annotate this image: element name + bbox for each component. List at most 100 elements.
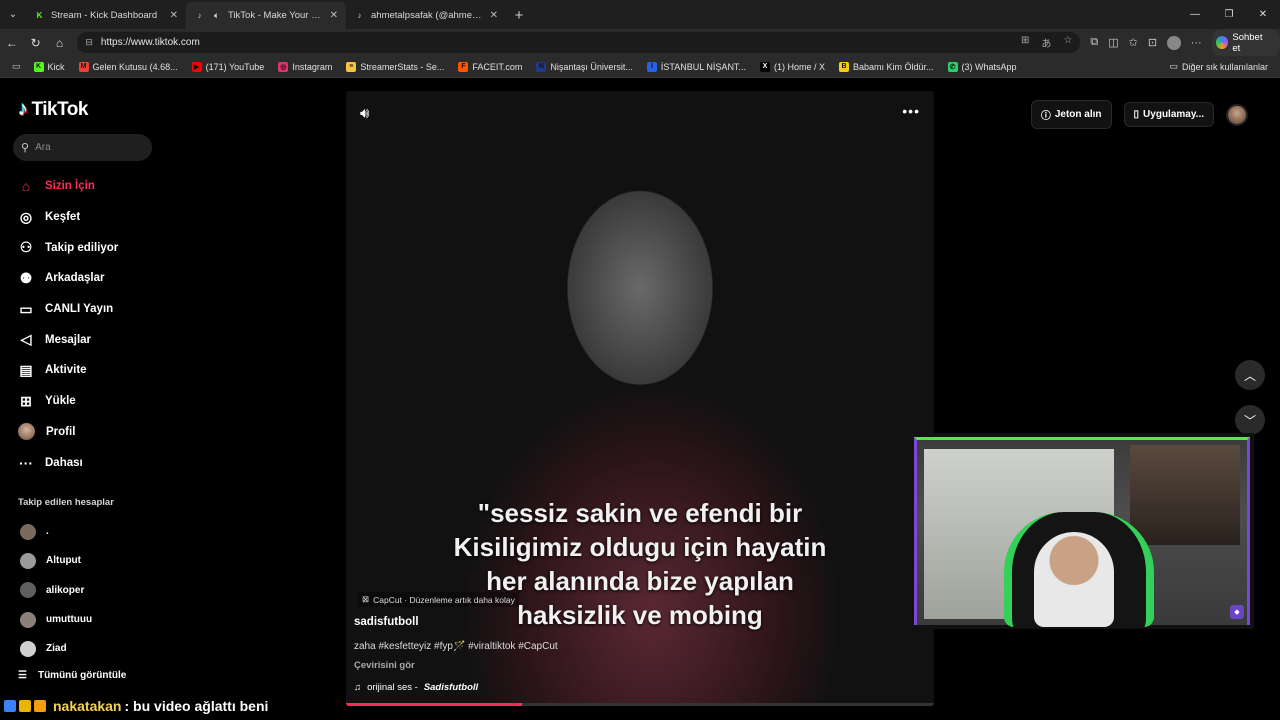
split-screen-icon[interactable]: ◫ [1108,36,1118,49]
tab-tiktok[interactable]: ♪ 🔈︎ TikTok - Make Your Day ✕ [186,2,346,29]
bookmark-item[interactable]: N Nişantaşı Üniversit... [529,61,640,72]
more-options-icon[interactable]: ••• [902,103,920,119]
capcut-banner[interactable]: ⊠ CapCut · Düzenleme artık daha kolay [358,592,519,607]
close-window-icon[interactable]: ✕ [1246,0,1280,29]
favorites-icon[interactable]: ✩ [1129,36,1138,49]
toolbar-right: ⧉ ◫ ✩ ⊡ ··· Sohbet et [1090,28,1280,57]
video-author[interactable]: sadisfutboll [354,616,419,628]
refresh-icon[interactable]: ↻ [24,29,48,56]
bookmark-item[interactable]: ✆ (3) WhatsApp [941,61,1024,72]
tiktok-icon: ♪ [197,11,202,20]
bookmark-item[interactable]: X (1) Home / X [753,61,832,72]
brand-badge-icon: ◆ [1230,605,1244,619]
tab-label: TikTok - Make Your Day [228,10,324,21]
nav-item[interactable]: Profil [18,417,118,448]
new-tab-button[interactable]: + [506,2,532,29]
settings-more-icon[interactable]: ··· [1191,37,1202,49]
app-label: Uygulamay... [1143,109,1204,120]
video-subtitle: "sessiz sakin ve efendi bir Kisiligimiz o… [346,496,934,632]
tab-actions-chevron-icon[interactable]: ⌄ [0,0,26,29]
get-app-button[interactable]: ▯ Uygulamay... [1123,102,1214,127]
translate-icon[interactable]: あ [1041,35,1051,50]
tab-kick-dashboard[interactable]: K Stream - Kick Dashboard ✕ [26,2,186,29]
bookmark-item[interactable]: ◎ Instagram [271,61,339,72]
home-icon[interactable]: ⌂ [48,29,72,56]
nav-item[interactable]: ▤ Aktivite [18,355,118,386]
address-field[interactable]: ⊟ https://www.tiktok.com ⊞ あ ☆ [77,32,1081,53]
chat-username: nakatakan [53,698,122,714]
bookmark-item[interactable]: K Kick [27,61,72,72]
extensions-icon[interactable]: ⧉ [1090,36,1098,49]
bookmark-favicon-icon: ✆ [947,61,958,72]
nav-label: Aktivite [45,364,87,377]
following-item[interactable]: Altuput [20,546,92,575]
nav-label: Yükle [45,395,76,408]
music-info[interactable]: ♫ orijinal ses - Sadisfutboll [354,682,478,693]
bookmark-label: Babamı Kim Öldür... [852,61,934,72]
webcam-frame [914,437,1250,625]
badge-icon [4,700,16,712]
nav-item[interactable]: ⊞ Yükle [18,386,118,417]
app-available-icon[interactable]: ⊞ [1021,35,1029,50]
get-coins-button[interactable]: ⓘ Jeton alın [1030,100,1112,129]
following-avatar [20,611,36,628]
bookmark-label: İSTANBUL NİŞANT... [660,61,746,72]
nav-item[interactable]: ◁ Mesajlar [18,324,118,355]
copilot-button[interactable]: Sohbet et [1211,28,1280,57]
reading-view-icon[interactable]: ▭ [6,61,27,72]
following-item[interactable]: Ziad [20,634,92,663]
bookmark-item[interactable]: M Gelen Kutusu (4.68... [72,61,185,72]
site-info-icon[interactable]: ⊟ [85,37,93,48]
volume-icon[interactable]: 🔊︎ [360,105,369,122]
close-icon[interactable]: ✕ [170,10,178,21]
close-icon[interactable]: ✕ [330,10,338,21]
restore-icon[interactable]: ❐ [1212,0,1246,29]
collections-icon[interactable]: ⊡ [1148,36,1157,49]
nav-item[interactable]: ⚉ Arkadaşlar [18,263,118,294]
nav-icon: ⚇ [19,239,33,256]
bookmark-item[interactable]: F FACEIT.com [451,61,529,72]
bookmark-item[interactable]: İ İSTANBUL NİŞANT... [640,61,753,72]
top-actions: ⓘ Jeton alın ▯ Uygulamay... [1030,100,1248,129]
video-player[interactable]: 🔊︎ ••• "sessiz sakin ve efendi bir Kisili… [346,91,934,706]
user-avatar[interactable] [1226,103,1248,126]
search-input[interactable] [35,142,136,153]
search-icon: ⚲ [21,142,30,154]
copilot-icon [1215,36,1229,49]
close-icon[interactable]: ✕ [490,10,498,21]
subtitle-line: Kisiligimiz oldugu için hayatin [453,532,827,562]
following-name: Altuput [46,555,81,567]
favorite-star-icon[interactable]: ☆ [1063,35,1072,50]
nav-item[interactable]: ▭ CANLI Yayın [18,294,118,325]
profile-avatar[interactable] [1167,35,1181,50]
chat-text: : bu video ağlattı beni [124,698,269,714]
bookmark-item[interactable]: ≡ StreamerStats - Se... [339,61,451,72]
bookmark-item[interactable]: ▶ (171) YouTube [185,61,272,72]
other-favorites-label: Diğer sık kullanılanlar [1181,61,1268,72]
bookmark-label: Gelen Kutusu (4.68... [92,61,178,72]
speaker-icon[interactable]: 🔈︎ [211,10,222,21]
minimize-icon[interactable]: — [1178,0,1212,29]
following-item[interactable]: . [20,517,92,546]
other-favorites[interactable]: ▭ Diğer sık kullanılanlar [1169,61,1280,72]
following-item[interactable]: alikoper [20,576,92,605]
music-note-icon: ♫ [354,682,362,693]
next-video-button[interactable]: ﹀ [1235,405,1265,435]
nav-item[interactable]: ··· Dahası [18,447,118,478]
following-item[interactable]: umuttuuu [20,605,92,634]
search-box[interactable]: ⚲ [13,134,152,161]
tiktok-icon: ♪ [357,11,362,20]
see-all-button[interactable]: ☰ Tümünü görüntüle [18,670,126,681]
nav-item[interactable]: ⚇ Takip ediliyor [18,232,119,263]
following-name: . [46,526,49,538]
following-name: Ziad [46,643,67,655]
bookmark-item[interactable]: B Babamı Kim Öldür... [832,61,941,72]
nav-label: Dahası [45,456,83,469]
nav-item[interactable]: ⌂ Sizin İçin [18,171,118,202]
tab-ahmetalpsafak[interactable]: ♪ ahmetalpsafak (@ahmetalpsafak) | ... ✕ [346,2,506,29]
see-translation-link[interactable]: Çevirisini gör [354,660,415,671]
prev-video-button[interactable]: ︿ [1235,360,1265,390]
nav-item[interactable]: ◎ Keşfet [18,202,118,233]
back-arrow-icon[interactable]: ← [0,29,24,56]
tiktok-logo[interactable]: ♪ TikTok [18,98,88,121]
